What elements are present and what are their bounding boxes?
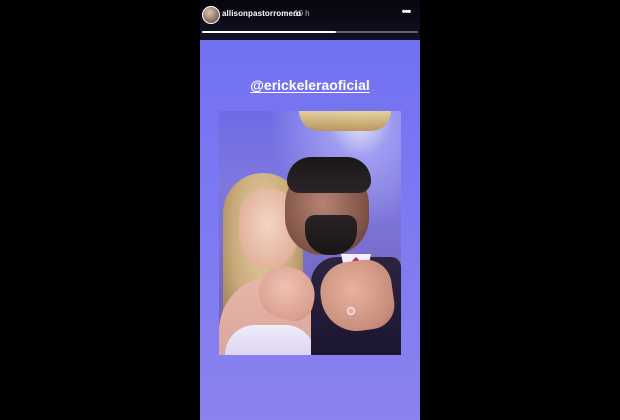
man-hair: [287, 157, 371, 193]
mention-link[interactable]: @erickeleraoficial: [200, 77, 420, 93]
more-options-button[interactable]: •••: [398, 6, 414, 18]
story-photo: [219, 111, 401, 355]
dress: [225, 325, 315, 355]
story-viewer[interactable]: allisonpastorromero 10 h ••• @erickelera…: [200, 0, 420, 420]
story-header: allisonpastorromero 10 h •••: [200, 0, 420, 40]
ring: [347, 307, 355, 315]
story-progress-bar: [202, 31, 418, 33]
story-timestamp: 10 h: [294, 9, 310, 18]
more-horizontal-icon: •••: [401, 6, 412, 18]
username[interactable]: allisonpastorromero: [222, 9, 301, 18]
story-progress-fill: [202, 31, 336, 33]
chandelier: [299, 111, 391, 131]
user-avatar[interactable]: [202, 6, 220, 24]
